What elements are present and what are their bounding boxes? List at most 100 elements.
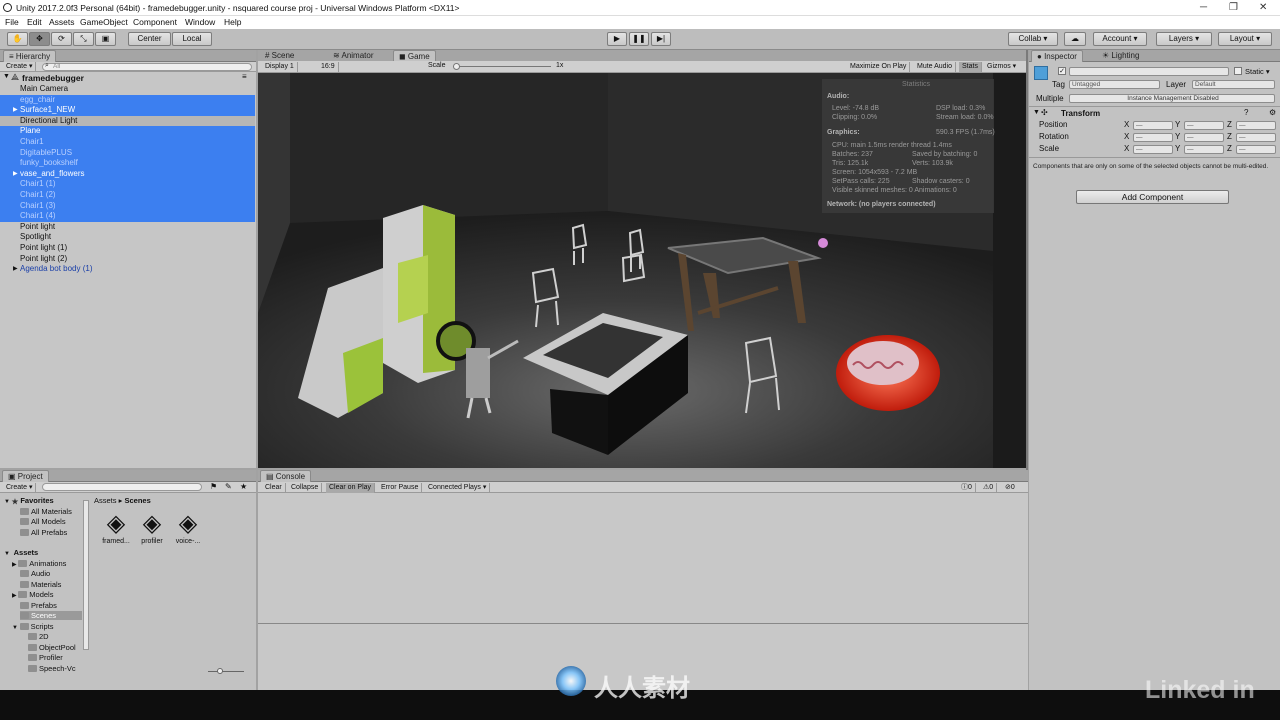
collab-button[interactable]: Collab ▾: [1008, 32, 1058, 46]
pause-button[interactable]: ❚❚: [629, 32, 649, 46]
hierarchy-item[interactable]: Chair1 (3): [0, 200, 255, 212]
console-error-pause-button[interactable]: Error Pause: [378, 483, 423, 493]
minimize-icon[interactable]: ─: [1200, 2, 1207, 13]
hierarchy-item[interactable]: Chair1 (1): [0, 179, 255, 190]
hierarchy-item[interactable]: funky_bookshelf: [0, 158, 255, 169]
favorite-item[interactable]: All Models: [20, 517, 82, 526]
hierarchy-item[interactable]: Point light: [0, 222, 255, 233]
project-tree-scrollbar[interactable]: [83, 500, 89, 650]
rotate-tool-button[interactable]: ⟳: [51, 32, 72, 46]
folder-item[interactable]: Speech-Vc: [28, 664, 82, 673]
hierarchy-item[interactable]: ▶ Agenda bot body (1): [0, 264, 255, 275]
scene-menu-icon[interactable]: ≡: [242, 72, 247, 81]
transform-help-icon[interactable]: ?: [1244, 108, 1248, 117]
error-count[interactable]: ⊘0: [1002, 483, 1018, 493]
static-label[interactable]: Static ▾: [1245, 67, 1270, 76]
transform-value-field[interactable]: —: [1236, 145, 1276, 154]
account-button[interactable]: Account ▾: [1093, 32, 1147, 46]
hierarchy-scene-row[interactable]: ▼ ⟁ framedebugger ≡: [0, 72, 256, 84]
scene-file[interactable]: ◈ framed...: [100, 510, 132, 545]
layers-button[interactable]: Layers ▾: [1156, 32, 1212, 46]
expand-arrow-icon[interactable]: ▶: [13, 105, 18, 116]
active-checkbox[interactable]: ✓: [1058, 67, 1066, 75]
add-component-button[interactable]: Add Component: [1076, 190, 1229, 204]
info-count[interactable]: ⓘ0: [958, 483, 976, 493]
transform-value-field[interactable]: —: [1236, 133, 1276, 142]
folder-item[interactable]: ▼ Scripts: [12, 622, 82, 631]
favorites-header[interactable]: ▼ ★ Favorites: [4, 496, 82, 506]
hierarchy-item[interactable]: Directional Light: [0, 115, 255, 127]
cloud-button[interactable]: ☁: [1064, 32, 1086, 46]
hierarchy-item[interactable]: egg_chair: [0, 94, 255, 106]
console-collapse-button[interactable]: Collapse: [288, 483, 323, 493]
folder-item[interactable]: ▶ Animations: [12, 559, 82, 568]
hierarchy-item[interactable]: Main Camera: [0, 84, 255, 95]
display-select[interactable]: Display 1: [262, 62, 298, 72]
icon-size-thumb[interactable]: [217, 668, 223, 674]
tab-inspector[interactable]: ● Inspector: [1031, 50, 1083, 62]
static-checkbox[interactable]: [1234, 67, 1242, 75]
tab-hierarchy[interactable]: ≡ Hierarchy: [3, 50, 57, 62]
move-tool-button[interactable]: ✥: [29, 32, 50, 46]
pivot-local-button[interactable]: Local: [172, 32, 212, 46]
tab-lighting[interactable]: ☀ Lighting: [1097, 50, 1144, 62]
favorite-item[interactable]: All Materials: [20, 507, 82, 516]
close-icon[interactable]: ✕: [1259, 2, 1267, 13]
expand-arrow-icon[interactable]: ▼: [12, 625, 20, 631]
favorite-item[interactable]: All Prefabs: [20, 528, 82, 537]
folder-item[interactable]: ▶ Models: [12, 590, 82, 599]
transform-value-field[interactable]: —: [1133, 145, 1173, 154]
hierarchy-item[interactable]: Chair1 (4): [0, 211, 255, 222]
favorite-star-icon[interactable]: ★: [240, 482, 247, 491]
assets-header[interactable]: ▼ Assets: [4, 548, 82, 557]
hierarchy-item[interactable]: Plane: [0, 126, 255, 137]
expand-arrow-icon[interactable]: ▶: [13, 169, 18, 180]
scale-slider-track[interactable]: [453, 66, 551, 67]
menu-assets[interactable]: Assets: [49, 17, 75, 27]
gizmos-dropdown[interactable]: Gizmos ▾: [984, 62, 1019, 72]
tag-dropdown[interactable]: Untagged: [1069, 80, 1160, 89]
filter-label-icon[interactable]: ✎: [225, 482, 232, 491]
step-button[interactable]: ▶|: [651, 32, 671, 46]
transform-value-field[interactable]: —: [1133, 133, 1173, 142]
scale-slider-thumb[interactable]: [453, 63, 460, 70]
maximize-icon[interactable]: ❐: [1229, 2, 1238, 13]
transform-value-field[interactable]: —: [1184, 133, 1224, 142]
tab-console[interactable]: ▤ Console: [260, 470, 312, 482]
hierarchy-item[interactable]: Spotlight: [0, 232, 255, 243]
transform-expand-icon[interactable]: ▼: [1033, 109, 1040, 116]
object-name-field[interactable]: [1069, 67, 1229, 76]
layer-dropdown[interactable]: Default: [1192, 80, 1275, 89]
hand-tool-button[interactable]: ✋: [7, 32, 28, 46]
game-view[interactable]: Statistics Audio: Level: -74.8 dB DSP lo…: [258, 73, 1026, 468]
console-log-area[interactable]: [258, 493, 1028, 623]
scene-file[interactable]: ◈ voice-...: [172, 510, 204, 545]
scale-tool-button[interactable]: ⤡: [73, 32, 94, 46]
hierarchy-create-button[interactable]: Create ▾: [3, 62, 37, 72]
folder-item[interactable]: Prefabs: [20, 601, 82, 610]
console-clear-button[interactable]: Clear: [262, 483, 286, 493]
aspect-select[interactable]: 16:9: [318, 62, 339, 72]
rect-tool-button[interactable]: ▣: [95, 32, 116, 46]
expand-arrow-icon[interactable]: ▶: [13, 264, 18, 275]
transform-value-field[interactable]: —: [1184, 145, 1224, 154]
menu-help[interactable]: Help: [224, 17, 241, 27]
folder-item[interactable]: Audio: [20, 569, 82, 578]
scene-file[interactable]: ◈ profiler: [136, 510, 168, 545]
transform-value-field[interactable]: —: [1133, 121, 1173, 130]
mute-audio-toggle[interactable]: Mute Audio: [914, 62, 957, 72]
breadcrumb-assets[interactable]: Assets: [94, 496, 117, 505]
folder-item[interactable]: 2D: [28, 632, 82, 641]
console-clear-on-play-button[interactable]: Clear on Play: [326, 483, 376, 493]
hierarchy-item[interactable]: Point light (1): [0, 243, 255, 254]
menu-edit[interactable]: Edit: [27, 17, 42, 27]
folder-item[interactable]: Scenes: [20, 611, 82, 620]
hierarchy-item[interactable]: ▶ vase_and_flowers: [0, 168, 255, 180]
transform-value-field[interactable]: —: [1184, 121, 1224, 130]
expand-arrow-icon[interactable]: ▼: [4, 551, 12, 557]
hierarchy-item[interactable]: Chair1 (2): [0, 190, 255, 201]
tab-project[interactable]: ▣ Project: [2, 470, 49, 482]
hierarchy-item[interactable]: ▶ Surface1_NEW: [0, 105, 255, 116]
transform-value-field[interactable]: —: [1236, 121, 1276, 130]
hierarchy-item[interactable]: DigitablePLUS: [0, 147, 255, 159]
